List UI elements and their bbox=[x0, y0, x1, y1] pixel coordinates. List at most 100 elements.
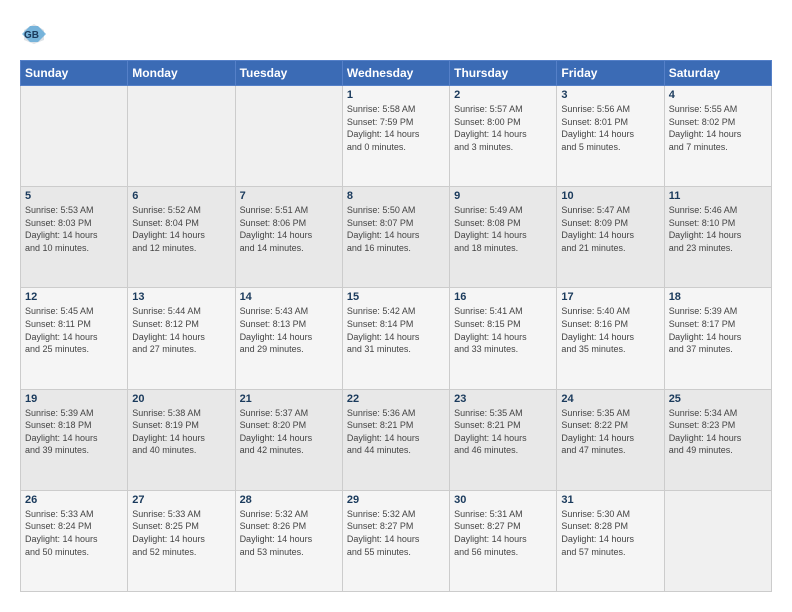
svg-text:GB: GB bbox=[24, 30, 39, 41]
day-number: 11 bbox=[669, 190, 767, 202]
day-info: Sunrise: 5:33 AM Sunset: 8:25 PM Dayligh… bbox=[132, 508, 230, 558]
day-info: Sunrise: 5:58 AM Sunset: 7:59 PM Dayligh… bbox=[347, 103, 445, 153]
day-number: 1 bbox=[347, 89, 445, 101]
day-number: 8 bbox=[347, 190, 445, 202]
day-info: Sunrise: 5:52 AM Sunset: 8:04 PM Dayligh… bbox=[132, 204, 230, 254]
calendar-cell: 15 Sunrise: 5:42 AM Sunset: 8:14 PM Dayli… bbox=[342, 288, 449, 389]
day-info: Sunrise: 5:51 AM Sunset: 8:06 PM Dayligh… bbox=[240, 204, 338, 254]
day-info: Sunrise: 5:38 AM Sunset: 8:19 PM Dayligh… bbox=[132, 407, 230, 457]
calendar-cell: 26Sunrise: 5:33 AM Sunset: 8:24 PM Dayli… bbox=[21, 490, 128, 591]
day-number: 29 bbox=[347, 494, 445, 506]
header: GB bbox=[20, 20, 772, 48]
weekday-header-row: SundayMondayTuesdayWednesdayThursdayFrid… bbox=[21, 61, 772, 86]
day-info: Sunrise: 5:44 AM Sunset: 8:12 PM Dayligh… bbox=[132, 305, 230, 355]
day-number: 31 bbox=[561, 494, 659, 506]
calendar-cell: 11 Sunrise: 5:46 AM Sunset: 8:10 PM Dayli… bbox=[664, 187, 771, 288]
calendar-cell: 2Sunrise: 5:57 AM Sunset: 8:00 PM Daylig… bbox=[450, 86, 557, 187]
weekday-header-monday: Monday bbox=[128, 61, 235, 86]
day-info: Sunrise: 5:39 AM Sunset: 8:18 PM Dayligh… bbox=[25, 407, 123, 457]
day-info: Sunrise: 5:37 AM Sunset: 8:20 PM Dayligh… bbox=[240, 407, 338, 457]
weekday-header-thursday: Thursday bbox=[450, 61, 557, 86]
calendar-cell: 6 Sunrise: 5:52 AM Sunset: 8:04 PM Daylig… bbox=[128, 187, 235, 288]
day-number: 23 bbox=[454, 393, 552, 405]
day-number: 24 bbox=[561, 393, 659, 405]
weekday-header-saturday: Saturday bbox=[664, 61, 771, 86]
calendar-cell: 16 Sunrise: 5:41 AM Sunset: 8:15 PM Dayli… bbox=[450, 288, 557, 389]
day-info: Sunrise: 5:34 AM Sunset: 8:23 PM Dayligh… bbox=[669, 407, 767, 457]
day-info: Sunrise: 5:56 AM Sunset: 8:01 PM Dayligh… bbox=[561, 103, 659, 153]
calendar-cell: 8 Sunrise: 5:50 AM Sunset: 8:07 PM Daylig… bbox=[342, 187, 449, 288]
calendar-cell: 4 Sunrise: 5:55 AM Sunset: 8:02 PM Daylig… bbox=[664, 86, 771, 187]
day-number: 21 bbox=[240, 393, 338, 405]
calendar-week-3: 12 Sunrise: 5:45 AM Sunset: 8:11 PM Dayli… bbox=[21, 288, 772, 389]
day-number: 6 bbox=[132, 190, 230, 202]
day-info: Sunrise: 5:42 AM Sunset: 8:14 PM Dayligh… bbox=[347, 305, 445, 355]
logo-icon: GB bbox=[20, 20, 48, 48]
calendar-cell: 31 Sunrise: 5:30 AM Sunset: 8:28 PM Dayli… bbox=[557, 490, 664, 591]
day-info: Sunrise: 5:32 AM Sunset: 8:27 PM Dayligh… bbox=[347, 508, 445, 558]
calendar-cell: 28Sunrise: 5:32 AM Sunset: 8:26 PM Dayli… bbox=[235, 490, 342, 591]
day-info: Sunrise: 5:31 AM Sunset: 8:27 PM Dayligh… bbox=[454, 508, 552, 558]
calendar-cell: 10Sunrise: 5:47 AM Sunset: 8:09 PM Dayli… bbox=[557, 187, 664, 288]
day-info: Sunrise: 5:57 AM Sunset: 8:00 PM Dayligh… bbox=[454, 103, 552, 153]
day-number: 16 bbox=[454, 291, 552, 303]
day-number: 30 bbox=[454, 494, 552, 506]
day-info: Sunrise: 5:49 AM Sunset: 8:08 PM Dayligh… bbox=[454, 204, 552, 254]
day-info: Sunrise: 5:33 AM Sunset: 8:24 PM Dayligh… bbox=[25, 508, 123, 558]
page: GB SundayMondayTuesdayWednesdayThursdayF… bbox=[0, 0, 792, 612]
day-info: Sunrise: 5:47 AM Sunset: 8:09 PM Dayligh… bbox=[561, 204, 659, 254]
calendar-cell bbox=[128, 86, 235, 187]
day-number: 15 bbox=[347, 291, 445, 303]
day-number: 13 bbox=[132, 291, 230, 303]
day-number: 20 bbox=[132, 393, 230, 405]
day-info: Sunrise: 5:30 AM Sunset: 8:28 PM Dayligh… bbox=[561, 508, 659, 558]
calendar-header: SundayMondayTuesdayWednesdayThursdayFrid… bbox=[21, 61, 772, 86]
day-number: 28 bbox=[240, 494, 338, 506]
calendar-cell bbox=[21, 86, 128, 187]
calendar-cell: 18Sunrise: 5:39 AM Sunset: 8:17 PM Dayli… bbox=[664, 288, 771, 389]
day-number: 19 bbox=[25, 393, 123, 405]
day-info: Sunrise: 5:53 AM Sunset: 8:03 PM Dayligh… bbox=[25, 204, 123, 254]
calendar-cell: 30 Sunrise: 5:31 AM Sunset: 8:27 PM Dayli… bbox=[450, 490, 557, 591]
calendar-cell: 23Sunrise: 5:35 AM Sunset: 8:21 PM Dayli… bbox=[450, 389, 557, 490]
day-number: 12 bbox=[25, 291, 123, 303]
day-number: 5 bbox=[25, 190, 123, 202]
calendar-week-1: 1 Sunrise: 5:58 AM Sunset: 7:59 PM Daylig… bbox=[21, 86, 772, 187]
weekday-header-wednesday: Wednesday bbox=[342, 61, 449, 86]
day-info: Sunrise: 5:50 AM Sunset: 8:07 PM Dayligh… bbox=[347, 204, 445, 254]
calendar-body: 1 Sunrise: 5:58 AM Sunset: 7:59 PM Daylig… bbox=[21, 86, 772, 592]
calendar-cell: 27 Sunrise: 5:33 AM Sunset: 8:25 PM Dayli… bbox=[128, 490, 235, 591]
day-number: 9 bbox=[454, 190, 552, 202]
calendar-cell: 20 Sunrise: 5:38 AM Sunset: 8:19 PM Dayli… bbox=[128, 389, 235, 490]
calendar-cell bbox=[235, 86, 342, 187]
calendar-cell: 7 Sunrise: 5:51 AM Sunset: 8:06 PM Daylig… bbox=[235, 187, 342, 288]
day-number: 7 bbox=[240, 190, 338, 202]
calendar-cell: 22Sunrise: 5:36 AM Sunset: 8:21 PM Dayli… bbox=[342, 389, 449, 490]
day-number: 22 bbox=[347, 393, 445, 405]
calendar-cell bbox=[664, 490, 771, 591]
calendar-cell: 24Sunrise: 5:35 AM Sunset: 8:22 PM Dayli… bbox=[557, 389, 664, 490]
day-number: 25 bbox=[669, 393, 767, 405]
calendar-cell: 29 Sunrise: 5:32 AM Sunset: 8:27 PM Dayli… bbox=[342, 490, 449, 591]
day-info: Sunrise: 5:46 AM Sunset: 8:10 PM Dayligh… bbox=[669, 204, 767, 254]
weekday-header-tuesday: Tuesday bbox=[235, 61, 342, 86]
day-number: 14 bbox=[240, 291, 338, 303]
day-number: 27 bbox=[132, 494, 230, 506]
calendar-week-2: 5 Sunrise: 5:53 AM Sunset: 8:03 PM Daylig… bbox=[21, 187, 772, 288]
day-info: Sunrise: 5:41 AM Sunset: 8:15 PM Dayligh… bbox=[454, 305, 552, 355]
calendar-cell: 17Sunrise: 5:40 AM Sunset: 8:16 PM Dayli… bbox=[557, 288, 664, 389]
day-info: Sunrise: 5:55 AM Sunset: 8:02 PM Dayligh… bbox=[669, 103, 767, 153]
day-number: 17 bbox=[561, 291, 659, 303]
calendar-table: SundayMondayTuesdayWednesdayThursdayFrid… bbox=[20, 60, 772, 592]
weekday-header-friday: Friday bbox=[557, 61, 664, 86]
weekday-header-sunday: Sunday bbox=[21, 61, 128, 86]
calendar-cell: 12 Sunrise: 5:45 AM Sunset: 8:11 PM Dayli… bbox=[21, 288, 128, 389]
day-number: 4 bbox=[669, 89, 767, 101]
calendar-cell: 14Sunrise: 5:43 AM Sunset: 8:13 PM Dayli… bbox=[235, 288, 342, 389]
calendar-cell: 19 Sunrise: 5:39 AM Sunset: 8:18 PM Dayli… bbox=[21, 389, 128, 490]
day-info: Sunrise: 5:45 AM Sunset: 8:11 PM Dayligh… bbox=[25, 305, 123, 355]
calendar-cell: 5 Sunrise: 5:53 AM Sunset: 8:03 PM Daylig… bbox=[21, 187, 128, 288]
day-info: Sunrise: 5:39 AM Sunset: 8:17 PM Dayligh… bbox=[669, 305, 767, 355]
calendar-cell: 21 Sunrise: 5:37 AM Sunset: 8:20 PM Dayli… bbox=[235, 389, 342, 490]
calendar-cell: 13 Sunrise: 5:44 AM Sunset: 8:12 PM Dayli… bbox=[128, 288, 235, 389]
